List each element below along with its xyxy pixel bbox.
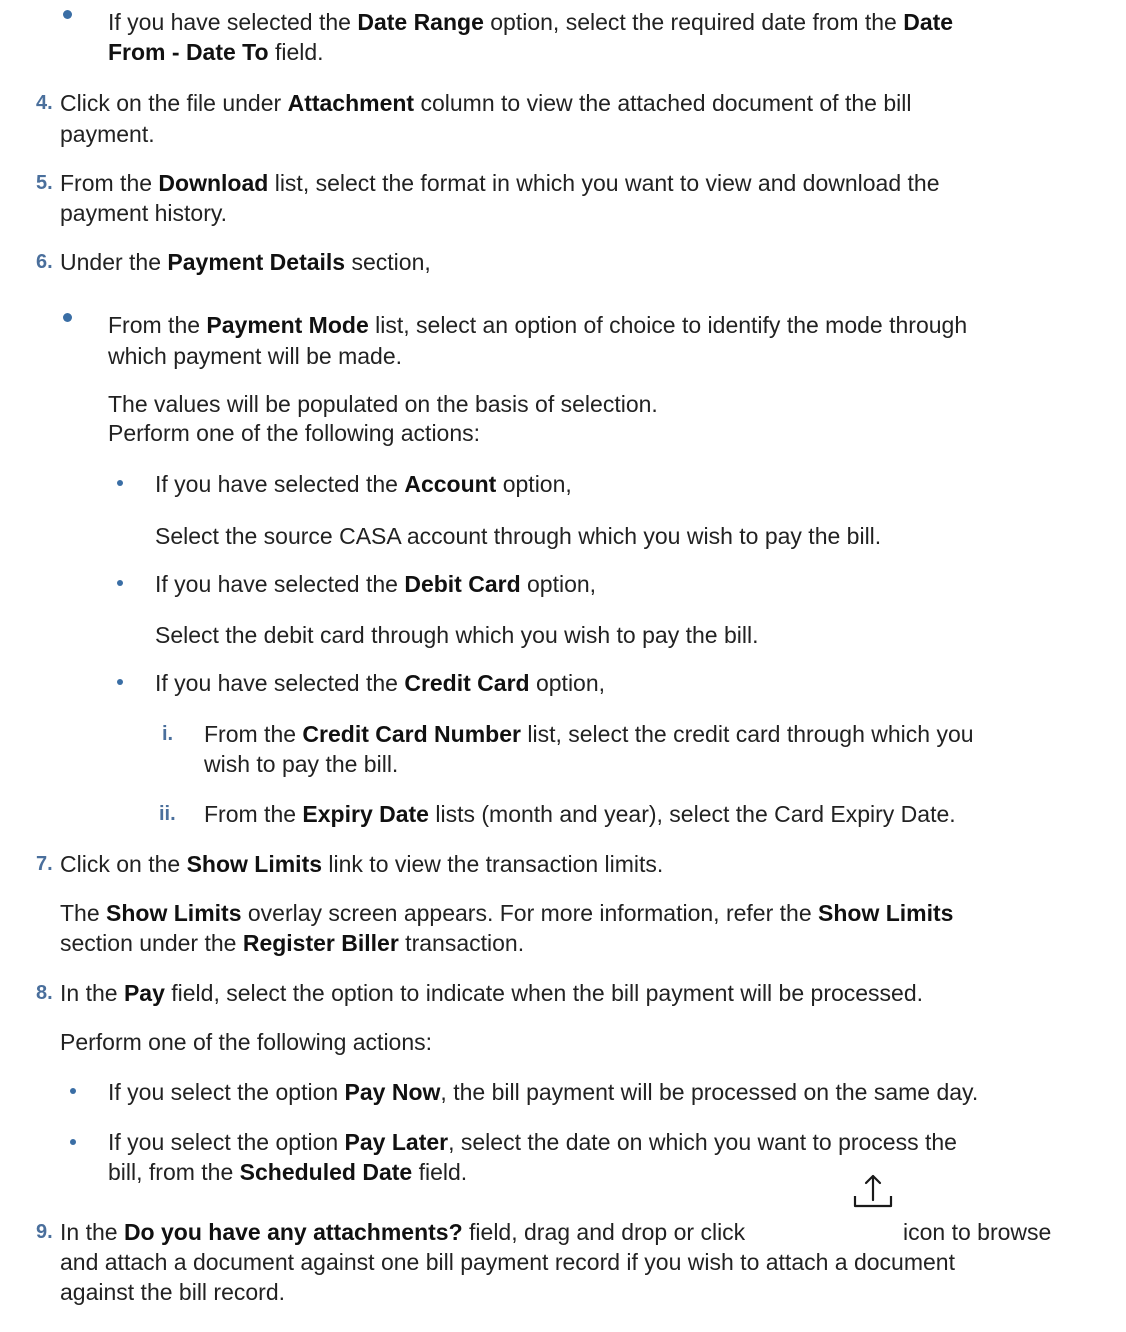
show-limits-text-line-2: section under the Register Biller transa… [60, 930, 525, 956]
pay-now-line: If you select the option Pay Now, the bi… [108, 1079, 979, 1105]
sub-bullet-dot [117, 679, 123, 685]
bullet-dot [63, 10, 72, 19]
step4-line-2: payment. [60, 121, 155, 147]
substep-number: ii. [159, 803, 176, 825]
credit-card-number-line-2: wish to pay the bill. [204, 751, 399, 777]
step-number: 7. [36, 853, 53, 875]
expiry-date-line: From the Expiry Date lists (month and ye… [204, 801, 956, 827]
step8-perform-text: Perform one of the following actions: [60, 1029, 433, 1055]
substep-number: i. [162, 723, 174, 745]
perform-actions-text: Perform one of the following actions: [108, 420, 481, 446]
step7-line-1: Click on the Show Limits link to view th… [60, 851, 664, 877]
bullet-dot [63, 313, 72, 322]
step-number: 8. [36, 982, 53, 1004]
pay-later-line-1: If you select the option Pay Later, sele… [108, 1129, 957, 1155]
debit-card-option-line: If you have selected the Debit Card opti… [155, 571, 597, 597]
debit-card-option-text: Select the debit card through which you … [155, 622, 759, 648]
sub-bullet-dot [117, 580, 123, 586]
values-populated-text: The values will be populated on the basi… [108, 391, 658, 417]
credit-card-number-line-1: From the Credit Card Number list, select… [204, 721, 974, 747]
account-option-text: Select the source CASA account through w… [155, 523, 882, 549]
step-number: 5. [36, 172, 53, 194]
sub-bullet-dot [70, 1139, 76, 1145]
step5-line-1: From the Download list, select the forma… [60, 170, 940, 196]
date-range-line-2: From - Date To field. [108, 39, 324, 65]
step8-line-1: In the Pay field, select the option to i… [60, 980, 924, 1006]
sub-bullet-dot [117, 480, 123, 486]
credit-card-option-line: If you have selected the Credit Card opt… [155, 670, 606, 696]
step-number: 4. [36, 92, 53, 114]
step6-line-1: Under the Payment Details section, [60, 249, 431, 275]
account-option-line: If you have selected the Account option, [155, 471, 572, 497]
sub-bullet-dot [70, 1088, 76, 1094]
step9-line-1-end: icon to browse [903, 1219, 1052, 1245]
pay-later-line-2: bill, from the Scheduled Date field. [108, 1159, 468, 1185]
step-number: 6. [36, 251, 53, 273]
payment-mode-line-2: which payment will be made. [108, 343, 403, 369]
step9-line-2: and attach a document against one bill p… [60, 1249, 955, 1275]
step9-line-3: against the bill record. [60, 1279, 286, 1305]
step4-line-1: Click on the file under Attachment colum… [60, 90, 912, 116]
document-page: If you have selected the Date Range opti… [0, 0, 1126, 1332]
date-range-line-1: If you have selected the Date Range opti… [108, 9, 954, 35]
show-limits-text-line-1: The Show Limits overlay screen appears. … [60, 900, 954, 926]
step9-line-1: In the Do you have any attachments? fiel… [60, 1219, 746, 1245]
payment-mode-line-1: From the Payment Mode list, select an op… [108, 312, 968, 338]
upload-icon [853, 1174, 893, 1208]
step5-line-2: payment history. [60, 200, 228, 226]
step-number: 9. [36, 1221, 53, 1243]
